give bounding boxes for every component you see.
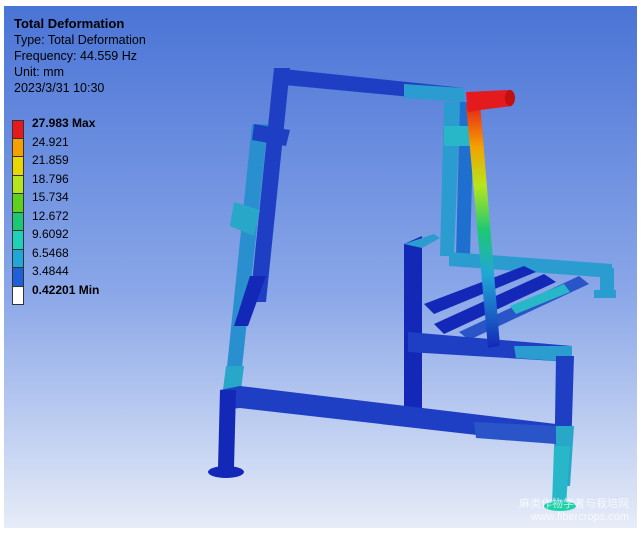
- frame-member: [552, 446, 570, 506]
- legend-swatch: [12, 212, 24, 231]
- legend-value: 6.5468: [32, 245, 69, 260]
- legend-value: 0.42201 Min: [32, 282, 100, 297]
- legend-swatch: [12, 286, 24, 305]
- legend-value: 9.6092: [32, 227, 69, 241]
- legend-value: 15.734: [32, 190, 69, 204]
- frame-member: [594, 290, 616, 298]
- watermark: 麻类作物学者与栽培网 www.fibercrops.com: [519, 498, 629, 524]
- legend-value: 24.921: [32, 134, 69, 149]
- result-unit: Unit: mm: [14, 65, 64, 79]
- frame-member: [404, 236, 422, 414]
- result-frequency: Frequency: 44.559 Hz: [14, 49, 137, 63]
- legend-swatch: [12, 157, 24, 176]
- deformed-tip-end: [505, 90, 515, 106]
- legend-value: 21.859: [32, 153, 69, 167]
- legend-value: 12.672: [32, 208, 69, 223]
- foot-pad: [208, 466, 244, 478]
- watermark-line1: 麻类作物学者与栽培网: [519, 498, 629, 510]
- legend-color-bar: [12, 120, 24, 305]
- watermark-line2: www.fibercrops.com: [530, 511, 629, 523]
- legend-swatch: [12, 138, 24, 157]
- result-date: 2023/3/31 10:30: [14, 81, 105, 95]
- frame-member: [404, 84, 464, 102]
- legend-swatch: [12, 268, 24, 287]
- legend-swatch: [12, 249, 24, 268]
- legend-swatch: [12, 231, 24, 250]
- frame-member: [218, 390, 236, 468]
- result-info: Total Deformation Type: Total Deformatio…: [14, 16, 146, 96]
- legend-value: 3.4844: [32, 264, 69, 278]
- result-title: Total Deformation: [14, 16, 125, 31]
- graphics-viewport[interactable]: Total Deformation Type: Total Deformatio…: [4, 6, 637, 528]
- legend-value: 27.983 Max: [32, 116, 96, 130]
- legend-value: 18.796: [32, 171, 69, 186]
- legend-swatch: [12, 194, 24, 213]
- legend-swatch: [12, 120, 24, 139]
- result-type: Type: Total Deformation: [14, 33, 146, 47]
- deformed-tip: [466, 90, 512, 112]
- legend-swatch: [12, 175, 24, 194]
- legend-labels: 27.983 Max 24.921 21.859 18.796 15.734 12.672…: [32, 114, 99, 299]
